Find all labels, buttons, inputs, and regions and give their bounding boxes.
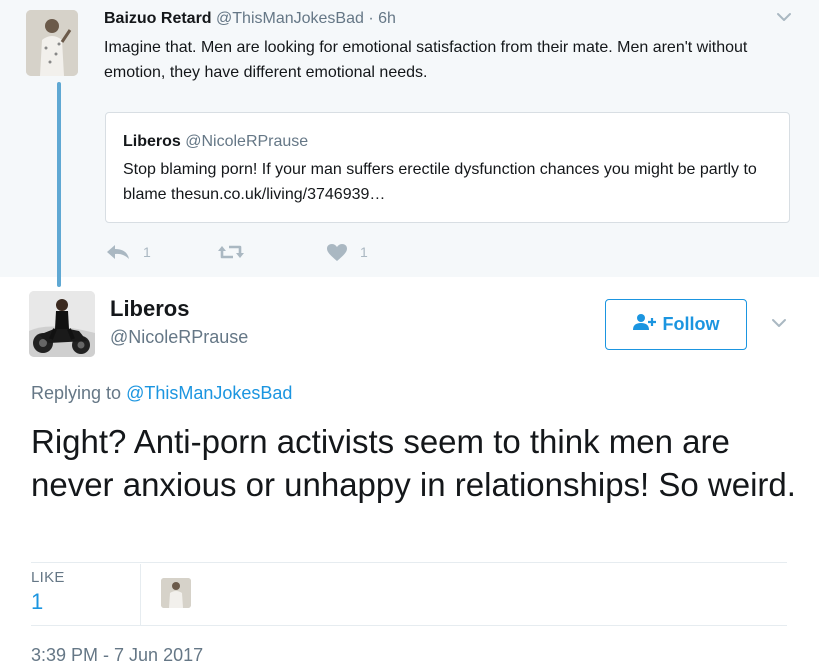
replying-to-link[interactable]: @ThisManJokesBad	[126, 383, 292, 403]
tweet-timestamp[interactable]: 3:39 PM - 7 Jun 2017	[31, 645, 203, 666]
reply-button[interactable]: 1	[105, 240, 151, 264]
likes-count[interactable]: 1	[31, 589, 43, 615]
follow-button[interactable]: Follow	[605, 299, 747, 350]
like-button[interactable]: 1	[326, 240, 368, 264]
heart-icon	[326, 243, 348, 262]
main-author-handle[interactable]: @NicoleRPrause	[110, 327, 248, 348]
chevron-down-icon[interactable]	[770, 314, 788, 332]
reply-count: 1	[143, 244, 151, 260]
main-author-name[interactable]: Liberos	[110, 296, 189, 322]
parent-tweet-header: Baizuo Retard @ThisManJokesBad · 6h	[104, 10, 396, 28]
replying-to: Replying to @ThisManJokesBad	[31, 383, 292, 404]
parent-author-handle[interactable]: @ThisManJokesBad	[216, 10, 364, 27]
parent-tweet-text: Imagine that. Men are looking for emotio…	[104, 39, 748, 81]
replying-prefix: Replying to	[31, 383, 122, 403]
quoted-author-handle: @NicoleRPrause	[185, 133, 309, 150]
quoted-tweet-text: Stop blaming porn! If your man suffers e…	[123, 161, 757, 203]
parent-author-name[interactable]: Baizuo Retard	[104, 10, 212, 27]
liker-avatar[interactable]	[161, 578, 191, 608]
follow-button-label: Follow	[662, 314, 720, 334]
divider	[31, 562, 787, 563]
reply-icon	[105, 243, 131, 261]
quoted-tweet-header: Liberos @NicoleRPrause	[123, 133, 308, 151]
parent-avatar[interactable]	[26, 10, 78, 76]
main-avatar[interactable]	[29, 291, 95, 357]
like-count: 1	[360, 244, 368, 260]
thread-connector	[57, 82, 61, 287]
add-user-icon	[632, 313, 657, 336]
parent-tweet-actions: 1 1	[105, 240, 505, 264]
retweet-icon	[217, 243, 245, 261]
header-separator: ·	[368, 10, 374, 27]
chevron-down-icon[interactable]	[775, 8, 793, 26]
divider	[31, 625, 787, 626]
retweet-button[interactable]	[217, 240, 253, 264]
quoted-tweet[interactable]: Liberos @NicoleRPrause Stop blaming porn…	[105, 112, 790, 223]
main-tweet-text: Right? Anti-porn activists seem to think…	[31, 423, 796, 503]
stats-divider	[140, 564, 141, 626]
quoted-author-name: Liberos	[123, 133, 181, 150]
likes-label: LIKE	[31, 569, 65, 586]
parent-tweet-age[interactable]: 6h	[378, 10, 396, 27]
parent-tweet[interactable]: Baizuo Retard @ThisManJokesBad · 6h Imag…	[0, 0, 819, 277]
